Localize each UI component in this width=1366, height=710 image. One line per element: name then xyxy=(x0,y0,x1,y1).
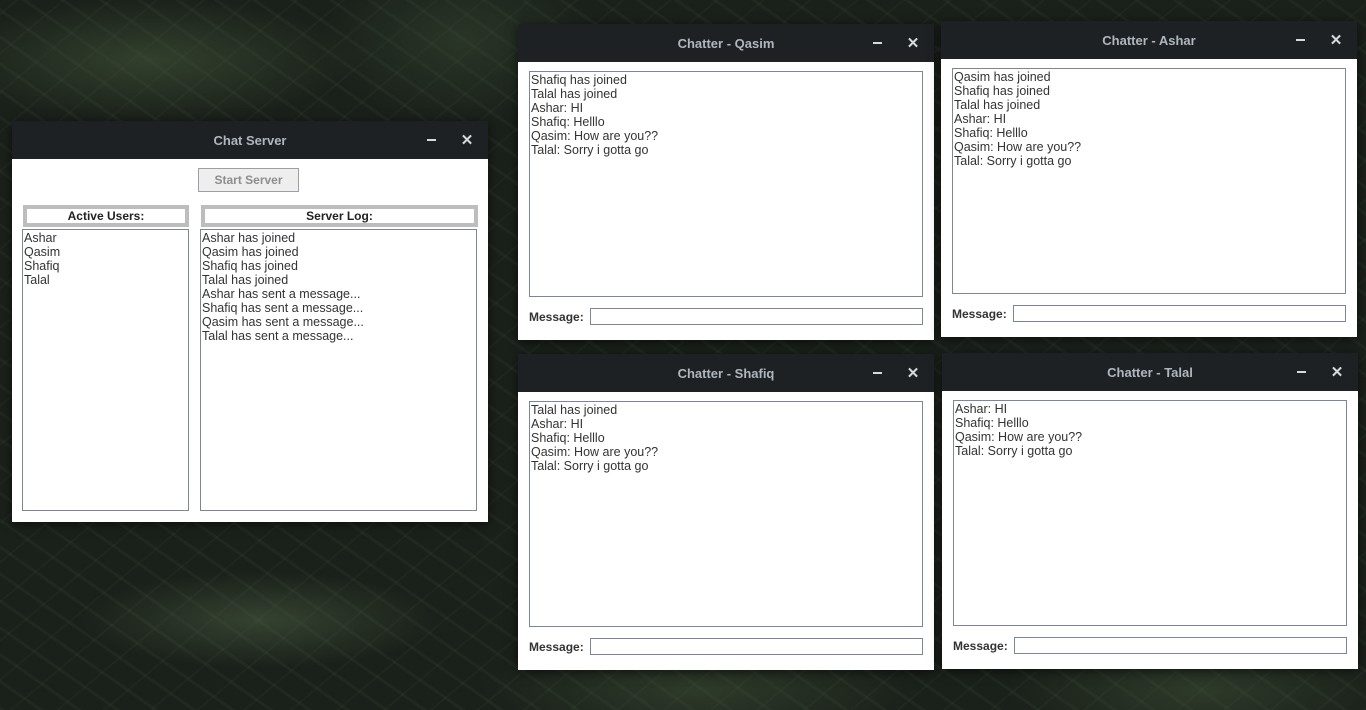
log-line: Talal has sent a message... xyxy=(202,329,354,343)
message-input[interactable] xyxy=(1013,305,1346,322)
chat-line: Ashar: HI xyxy=(955,402,1008,416)
log-line: Shafiq has sent a message... xyxy=(202,301,364,315)
message-label: Message: xyxy=(529,640,584,654)
message-label: Message: xyxy=(953,639,1008,653)
chatter-titlebar[interactable]: Chatter - Talal ✕ xyxy=(942,353,1358,391)
chat-line: Qasim: How are you?? xyxy=(531,129,659,143)
minimize-icon[interactable] xyxy=(866,354,888,392)
chatter-window-ashar: Chatter - Ashar ✕ Qasim has joined Shafi… xyxy=(941,21,1357,337)
list-item[interactable]: Talal xyxy=(23,273,188,287)
list-item[interactable]: Qasim xyxy=(23,245,188,259)
list-item[interactable]: Ashar xyxy=(23,231,188,245)
message-label: Message: xyxy=(529,310,584,324)
chat-line: Talal: Sorry i gotta go xyxy=(531,459,649,473)
minimize-icon[interactable] xyxy=(1290,353,1312,391)
chatter-titlebar[interactable]: Chatter - Shafiq ✕ xyxy=(518,354,934,392)
active-users-list[interactable]: Ashar Qasim Shafiq Talal xyxy=(22,229,189,511)
log-line: Ashar has sent a message... xyxy=(202,287,361,301)
chat-line: Shafiq has joined xyxy=(531,73,627,87)
chat-line: Qasim: How are you?? xyxy=(954,140,1082,154)
window-title: Chatter - Talal xyxy=(1107,364,1193,380)
server-titlebar[interactable]: Chat Server ✕ xyxy=(12,121,488,159)
chatter-window-qasim: Chatter - Qasim ✕ Shafiq has joined Tala… xyxy=(518,24,934,340)
chat-line: Shafiq: Helllo xyxy=(531,115,605,129)
chat-line: Ashar: HI xyxy=(954,112,1007,126)
start-server-button[interactable]: Start Server xyxy=(198,168,299,192)
active-users-header: Active Users: xyxy=(23,205,189,227)
chat-line: Shafiq: Helllo xyxy=(954,126,1028,140)
chat-line: Ashar: HI xyxy=(531,417,584,431)
chat-line: Ashar: HI xyxy=(531,101,584,115)
message-input[interactable] xyxy=(1014,637,1347,654)
chat-line: Shafiq: Helllo xyxy=(531,431,605,445)
chatter-window-shafiq: Chatter - Shafiq ✕ Talal has joined Asha… xyxy=(518,354,934,670)
chat-line: Shafiq has joined xyxy=(954,84,1050,98)
list-item[interactable]: Shafiq xyxy=(23,259,188,273)
chat-line: Qasim has joined xyxy=(954,70,1051,84)
chat-log-area[interactable]: Ashar: HI Shafiq: Helllo Qasim: How are … xyxy=(953,400,1347,626)
chat-line: Talal: Sorry i gotta go xyxy=(531,143,649,157)
chat-log-area[interactable]: Talal has joined Ashar: HI Shafiq: Helll… xyxy=(529,401,923,627)
chatter-titlebar[interactable]: Chatter - Qasim ✕ xyxy=(518,24,934,62)
window-title: Chatter - Shafiq xyxy=(677,365,775,381)
close-icon[interactable]: ✕ xyxy=(1325,21,1347,59)
chat-server-window: Chat Server ✕ Start Server Active Users:… xyxy=(12,121,488,522)
message-input[interactable] xyxy=(590,308,923,325)
minimize-icon[interactable] xyxy=(1289,21,1311,59)
minimize-icon[interactable] xyxy=(866,24,888,62)
message-label: Message: xyxy=(952,307,1007,321)
chat-line: Talal has joined xyxy=(531,403,618,417)
server-log-header: Server Log: xyxy=(201,205,478,227)
close-icon[interactable]: ✕ xyxy=(456,121,478,159)
close-icon[interactable]: ✕ xyxy=(902,24,924,62)
window-title: Chat Server xyxy=(213,132,287,148)
log-line: Qasim has joined xyxy=(202,245,299,259)
server-log-area[interactable]: Ashar has joined Qasim has joined Shafiq… xyxy=(200,229,477,511)
chat-log-area[interactable]: Qasim has joined Shafiq has joined Talal… xyxy=(952,68,1346,294)
chat-line: Shafiq: Helllo xyxy=(955,416,1029,430)
chat-line: Qasim: How are you?? xyxy=(955,430,1083,444)
window-title: Chatter - Qasim xyxy=(677,35,775,51)
close-icon[interactable]: ✕ xyxy=(1326,353,1348,391)
chat-line: Qasim: How are you?? xyxy=(531,445,659,459)
log-line: Ashar has joined xyxy=(202,231,296,245)
close-icon[interactable]: ✕ xyxy=(902,354,924,392)
chat-line: Talal has joined xyxy=(531,87,618,101)
chat-log-area[interactable]: Shafiq has joined Talal has joined Ashar… xyxy=(529,71,923,297)
log-line: Talal has joined xyxy=(202,273,289,287)
log-line: Qasim has sent a message... xyxy=(202,315,364,329)
minimize-icon[interactable] xyxy=(420,121,442,159)
chat-line: Talal has joined xyxy=(954,98,1041,112)
window-title: Chatter - Ashar xyxy=(1102,32,1196,48)
chatter-titlebar[interactable]: Chatter - Ashar ✕ xyxy=(941,21,1357,59)
log-line: Shafiq has joined xyxy=(202,259,298,273)
chat-line: Talal: Sorry i gotta go xyxy=(954,154,1072,168)
message-input[interactable] xyxy=(590,638,923,655)
chatter-window-talal: Chatter - Talal ✕ Ashar: HI Shafiq: Hell… xyxy=(942,353,1358,669)
chat-line: Talal: Sorry i gotta go xyxy=(955,444,1073,458)
